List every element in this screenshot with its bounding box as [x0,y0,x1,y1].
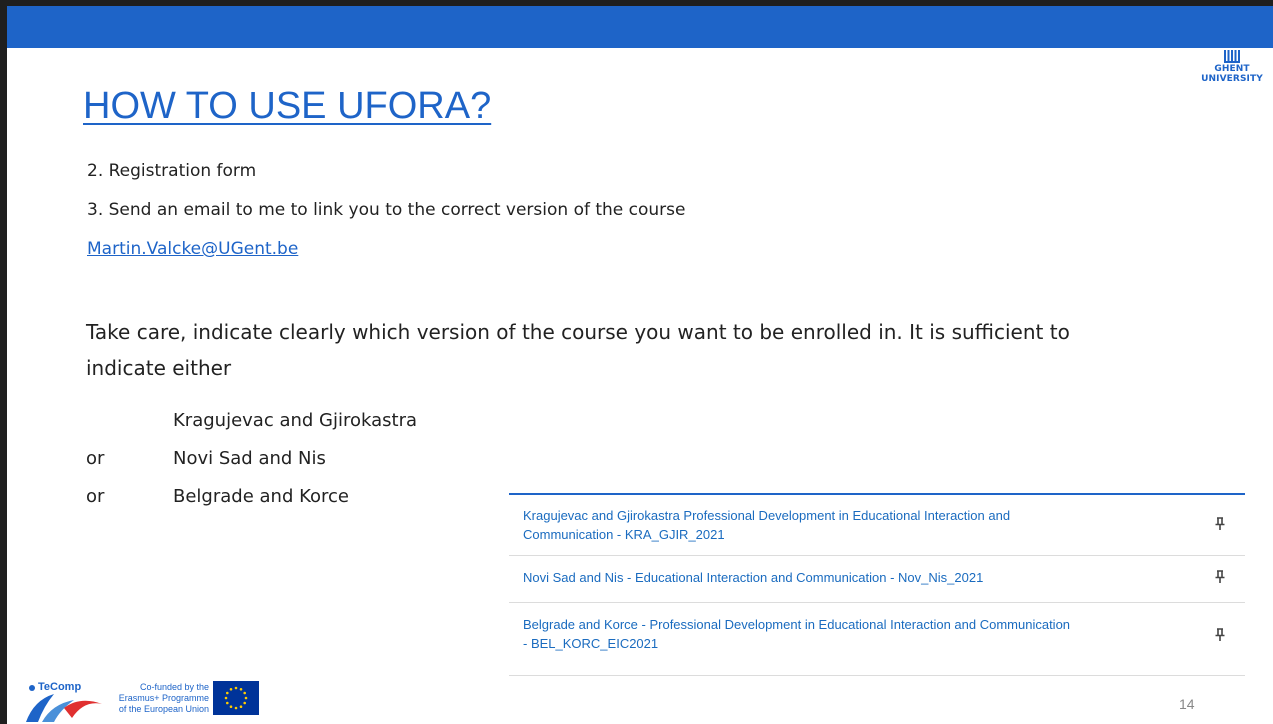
cofunded-text: Co-funded by the Erasmus+ Programme of t… [115,682,209,715]
step-send-email: 3. Send an email to me to link you to th… [87,200,686,220]
course-link-novi-sad[interactable]: Novi Sad and Nis - Educational Interacti… [523,568,1173,587]
pin-icon[interactable] [1214,517,1226,531]
logo-line-2: UNIVERSITY [1201,74,1263,84]
pin-icon[interactable] [1214,570,1226,584]
option-kragujevac: Kragujevac and Gjirokastra [173,410,418,431]
email-link[interactable]: Martin.Valcke@UGent.be [87,239,298,259]
course-row[interactable]: Novi Sad and Nis - Educational Interacti… [509,556,1245,603]
course-title-line-2[interactable]: Communication - KRA_GJIR_2021 [523,525,1173,544]
course-title-line-1[interactable]: Belgrade and Korce - Professional Develo… [523,615,1173,634]
course-row[interactable]: Belgrade and Korce - Professional Develo… [509,603,1245,676]
logo-line-1: GHENT [1214,64,1250,74]
course-list-panel: Kragujevac and Gjirokastra Professional … [509,493,1245,677]
step-registration: 2. Registration form [87,161,257,181]
cofunded-line-3: of the European Union [118,704,209,714]
page-number: 14 [1179,696,1195,712]
tecomp-logo: TeComp [26,681,102,722]
instruction-text-line-1: Take care, indicate clearly which versio… [86,320,1070,344]
course-title-line-1[interactable]: Kragujevac and Gjirokastra Professional … [523,506,1173,525]
slide-title: HOW TO USE UFORA? [83,85,492,127]
instruction-text-line-2: indicate either [86,356,232,380]
course-title-line-2[interactable]: - BEL_KORC_EIC2021 [523,634,1173,653]
option-prefix: or [86,486,105,507]
option-novi-sad: Novi Sad and Nis [173,448,326,469]
course-link-belgrade[interactable]: Belgrade and Korce - Professional Develo… [523,615,1173,653]
ghent-university-logo: GHENT UNIVERSITY [1199,50,1265,84]
pin-icon[interactable] [1214,628,1226,642]
slide: GHENT UNIVERSITY HOW TO USE UFORA? 2. Re… [0,0,1273,724]
option-prefix: or [86,448,105,469]
cofunded-line-2: Erasmus+ Programme [118,693,209,703]
tecomp-logo-text: TeComp [38,681,81,693]
building-icon [1224,50,1240,63]
course-link-kragujevac[interactable]: Kragujevac and Gjirokastra Professional … [523,506,1173,544]
eu-flag-icon [213,681,259,715]
header-bar [7,6,1273,48]
cofunded-line-1: Co-funded by the [139,682,209,692]
course-row[interactable]: Kragujevac and Gjirokastra Professional … [509,495,1245,556]
course-title-line-1[interactable]: Novi Sad and Nis - Educational Interacti… [523,568,1173,587]
option-belgrade: Belgrade and Korce [173,486,349,507]
